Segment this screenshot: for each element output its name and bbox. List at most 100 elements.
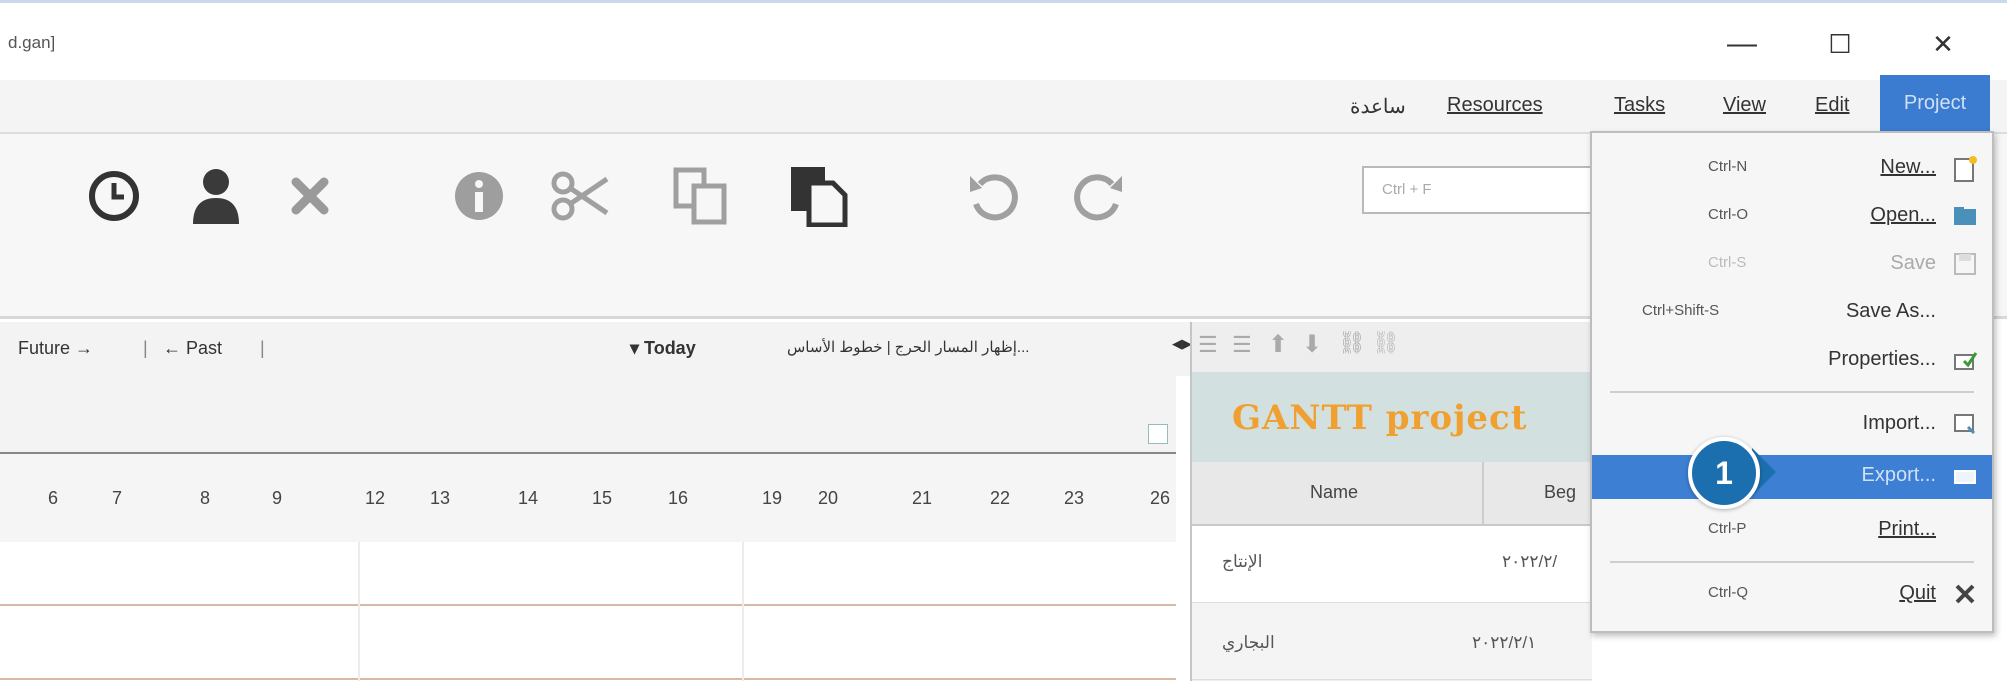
tick-label: 13: [430, 488, 451, 508]
task-row-line: [0, 678, 1176, 680]
open-icon: [1952, 203, 1980, 231]
clock-icon[interactable]: [82, 164, 146, 228]
shortcut-save-as: Ctrl+Shift-S: [1642, 302, 1720, 319]
label-quit: Quit: [1899, 582, 1936, 604]
label-save: Save: [1890, 252, 1936, 274]
column-name[interactable]: Name: [1310, 482, 1358, 503]
save-icon: [1952, 251, 1980, 279]
tick-label: 26: [1150, 488, 1171, 508]
maximize-button[interactable]: ☐: [1810, 21, 1870, 67]
tick-label: 22: [990, 488, 1011, 508]
menu-item-properties[interactable]: Properties...: [1592, 339, 1992, 383]
properties-icon: [1952, 347, 1980, 375]
copy-icon[interactable]: [668, 164, 732, 228]
export-icon: [1952, 463, 1980, 491]
link-icon[interactable]: ⛓: [1338, 330, 1366, 356]
menu-separator: [1610, 561, 1974, 563]
separator: |: [143, 338, 148, 358]
collapse-arrow-icon[interactable]: ◀▶: [1172, 336, 1192, 352]
chart-navigation-bar: Future → | ← Past | ▾ Today إظهار المسار…: [0, 322, 1192, 376]
scissors-icon[interactable]: [548, 164, 612, 228]
ganttproject-banner: GANTT project: [1192, 372, 1592, 462]
unlink-icon[interactable]: ⛓: [1372, 330, 1400, 356]
quit-icon: [1952, 581, 1980, 609]
chart-options-icon[interactable]: [1148, 424, 1168, 444]
task-tree-panel: ☰ ☰ ⬆ ⬇ ⛓ ⛓ GANTT project Name Beg الإنت…: [1190, 322, 1592, 681]
label-open: Open...: [1870, 204, 1936, 226]
critical-path-baselines-links[interactable]: إظهار المسار الحرج | خطوط الأساس...: [787, 338, 1029, 356]
menu-item-print[interactable]: Ctrl-P Print...: [1592, 509, 1992, 553]
shortcut-quit: Ctrl-Q: [1708, 584, 1748, 601]
tick-label: 6: [48, 488, 59, 508]
task-row-line: [0, 604, 1176, 606]
menu-project[interactable]: Project: [1880, 75, 1990, 131]
menu-item-new[interactable]: Ctrl-N New...: [1592, 147, 1992, 191]
menu-item-save-as[interactable]: Ctrl+Shift-S Save As...: [1592, 291, 1992, 335]
weekend-divider: [358, 542, 360, 681]
tick-label: 21: [912, 488, 933, 508]
tick-label: 19: [762, 488, 783, 508]
menu-help[interactable]: ساعدة: [1350, 94, 1406, 119]
gantt-chart-area[interactable]: [0, 542, 1176, 681]
column-divider: [1482, 462, 1484, 524]
label-print: Print...: [1878, 518, 1936, 540]
menu-item-export[interactable]: Export...: [1592, 455, 1992, 499]
tick-label: 7: [112, 488, 123, 508]
menu-separator: [1610, 391, 1974, 393]
column-begin[interactable]: Beg: [1544, 482, 1576, 503]
task-name: البجاري: [1222, 633, 1275, 652]
person-icon[interactable]: [184, 164, 248, 228]
task-name: الإنتاج: [1222, 552, 1263, 571]
menu-edit[interactable]: Edit: [1815, 94, 1849, 117]
minimize-button[interactable]: —: [1712, 21, 1772, 67]
tick-label: 14: [518, 488, 539, 508]
label-new: New...: [1880, 156, 1936, 178]
tick-label: 9: [272, 488, 283, 508]
menu-tasks[interactable]: Tasks: [1614, 94, 1665, 117]
weekend-divider: [742, 542, 744, 681]
tick-label: 12: [365, 488, 386, 508]
menu-item-quit[interactable]: Ctrl-Q Quit: [1592, 573, 1992, 617]
import-icon: [1952, 411, 1980, 439]
step-callout-badge: 1: [1688, 437, 1760, 509]
menu-item-open[interactable]: Ctrl-O Open...: [1592, 195, 1992, 239]
label-save-as: Save As...: [1845, 300, 1936, 322]
undo-icon[interactable]: [962, 164, 1026, 228]
redo-icon[interactable]: [1066, 164, 1130, 228]
menu-bar: ساعدة Resources Tasks View Edit: [0, 80, 2007, 134]
info-icon[interactable]: [447, 164, 511, 228]
task-table-header: Name Beg: [1192, 462, 1592, 526]
menu-item-import[interactable]: Import...: [1592, 403, 1992, 447]
task-toolbar: ☰ ☰ ⬆ ⬇ ⛓ ⛓: [1192, 322, 1592, 372]
today-dropdown[interactable]: ▾ Today: [630, 338, 696, 359]
task-row[interactable]: الإنتاج ٢٠٢٢/٢/: [1192, 526, 1592, 603]
new-file-icon: [1952, 155, 1980, 183]
menu-item-save[interactable]: Ctrl-S Save: [1592, 243, 1992, 287]
future-link[interactable]: Future →: [18, 338, 93, 359]
shortcut-open: Ctrl-O: [1708, 206, 1748, 223]
paste-icon[interactable]: [786, 164, 850, 228]
menu-resources[interactable]: Resources: [1447, 94, 1543, 117]
label-export: Export...: [1861, 464, 1936, 486]
tick-label: 15: [592, 488, 613, 508]
gantt-project-window: d.gan] — ☐ ✕ ساعدة Resources Tasks View …: [0, 0, 2007, 681]
task-row[interactable]: البجاري ٢٠٢٢/٢/١: [1192, 603, 1592, 680]
tick-label: 20: [818, 488, 839, 508]
menu-view[interactable]: View: [1723, 94, 1766, 117]
move-down-icon[interactable]: ⬇: [1302, 330, 1322, 359]
indent-icon[interactable]: ☰: [1232, 332, 1252, 358]
past-link[interactable]: ← Past: [163, 338, 222, 359]
search-input[interactable]: Ctrl + F: [1362, 166, 1612, 214]
chart-timeline-header: [0, 376, 1176, 454]
label-properties: Properties...: [1828, 348, 1936, 370]
close-button[interactable]: ✕: [1913, 21, 1973, 67]
window-title: d.gan]: [8, 33, 56, 52]
move-up-icon[interactable]: ⬆: [1268, 330, 1288, 359]
separator: |: [260, 338, 265, 358]
title-bar: d.gan] — ☐ ✕: [0, 0, 2007, 83]
tick-label: 23: [1064, 488, 1085, 508]
timeline-ticks: 6 7 8 9 12 13 14 15 16 19 20 21 22 23 26: [0, 452, 1176, 544]
delete-icon[interactable]: [278, 164, 342, 228]
outdent-icon[interactable]: ☰: [1198, 332, 1218, 358]
shortcut-save: Ctrl-S: [1708, 254, 1747, 271]
